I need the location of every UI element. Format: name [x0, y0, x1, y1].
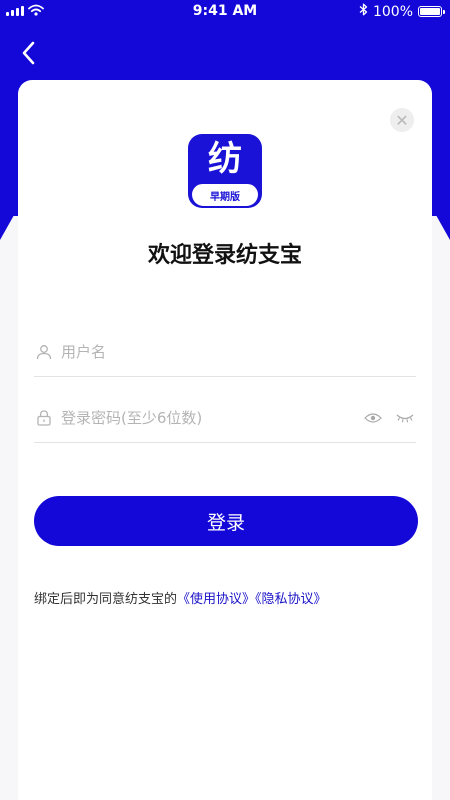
status-bar: 9:41 AM 100% — [0, 0, 450, 24]
eye-closed-icon[interactable] — [396, 412, 414, 424]
close-button[interactable]: ✕ — [390, 108, 414, 132]
back-button[interactable] — [14, 38, 44, 68]
logo-char: 纺 — [208, 139, 242, 179]
chevron-left-icon — [14, 41, 44, 72]
user-icon — [35, 343, 53, 361]
password-field — [34, 394, 416, 443]
close-icon: ✕ — [395, 110, 409, 130]
lock-icon — [35, 409, 53, 427]
eye-icon[interactable] — [364, 412, 382, 424]
password-input[interactable] — [59, 408, 364, 428]
terms-link[interactable]: 《使用协议》 — [177, 592, 255, 607]
bluetooth-icon — [359, 3, 368, 20]
logo-ribbon: 早期版 — [192, 184, 258, 206]
agreement-prefix: 绑定后即为同意纺支宝的 — [34, 592, 178, 607]
battery-icon — [418, 6, 445, 17]
welcome-title: 欢迎登录纺支宝 — [147, 243, 302, 268]
agreement-text: 绑定后即为同意纺支宝的《使用协议》《隐私协议》 — [34, 588, 327, 607]
privacy-link[interactable]: 《隐私协议》 — [255, 592, 327, 607]
username-input[interactable] — [59, 342, 416, 362]
battery-percent: 100% — [372, 3, 413, 20]
app-logo: 纺 早期版 — [188, 134, 262, 208]
login-button[interactable]: 登录 — [34, 496, 418, 546]
username-field — [34, 328, 416, 377]
login-card: ✕ 纺 早期版 欢迎登录纺支宝 用户名 登录 绑定后即为同意纺支宝的《使用协议》… — [18, 80, 432, 800]
